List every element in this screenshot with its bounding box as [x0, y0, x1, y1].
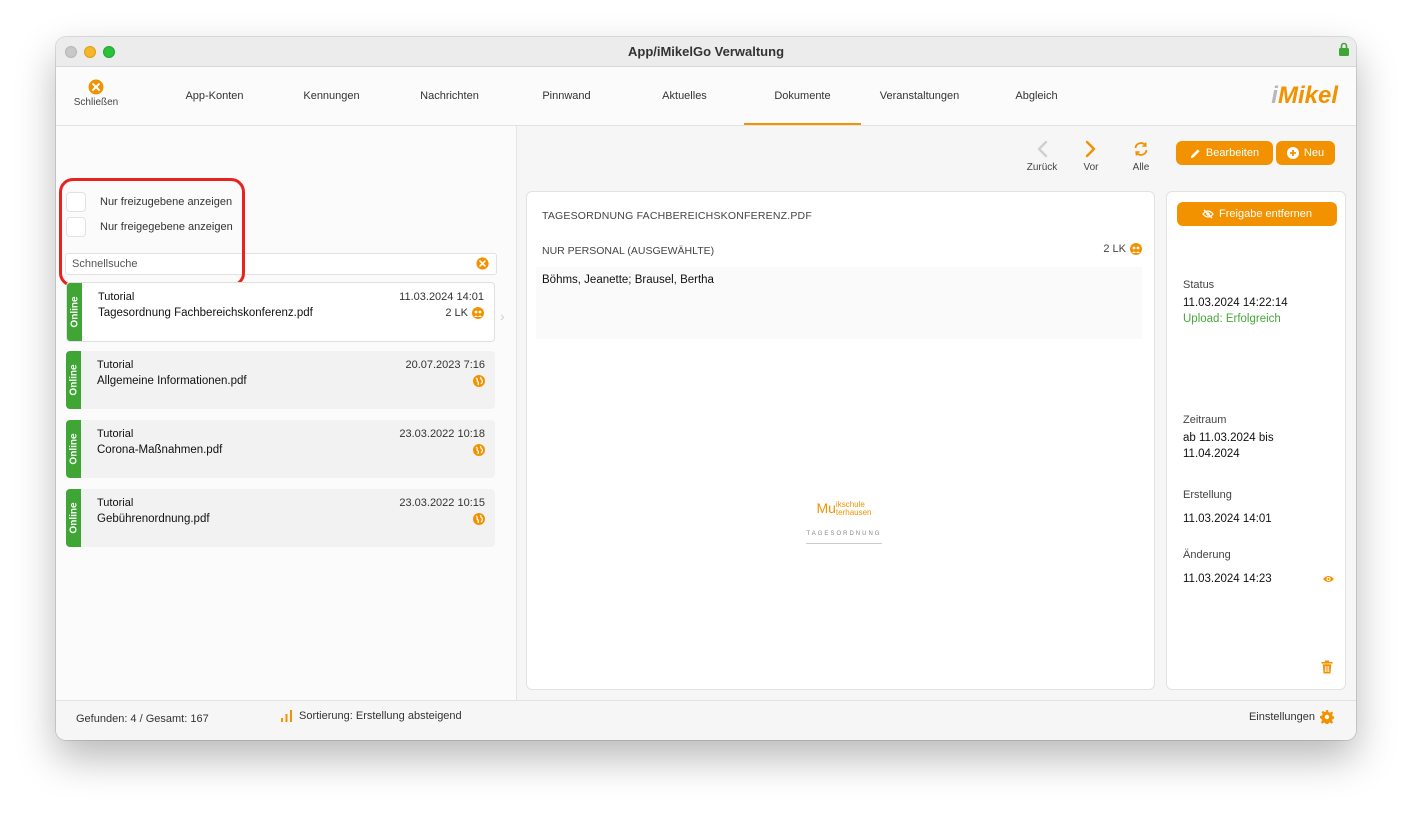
document-preview: TAGESORDNUNG FACHBEREICHSKONFERENZ.PDF N…	[526, 191, 1155, 690]
audience-count: 2 LK	[1103, 243, 1142, 255]
filter-released-label: Nur freigegebene anzeigen	[100, 221, 233, 233]
doc-filename: Tagesordnung Fachbereichskonferenz.pdf	[98, 307, 313, 319]
list-item[interactable]: Online Tutorial Gebührenordnung.pdf 23.0…	[66, 489, 495, 547]
forward-label: Vor	[1083, 162, 1099, 173]
doc-date: 23.03.2022 10:18	[399, 428, 485, 440]
online-badge: Online	[67, 283, 82, 341]
doc-category: Tutorial	[98, 291, 135, 303]
status-time: 11.03.2024 14:22:14	[1183, 297, 1288, 309]
forward-button[interactable]: Vor	[1069, 140, 1113, 173]
clear-search-icon[interactable]	[476, 257, 489, 270]
doc-date: 20.07.2023 7:16	[405, 359, 485, 371]
document-detail-pane: Zurück Vor Alle Bearbeiten Neu TAGESORDN…	[517, 126, 1356, 700]
status-bar: Gefunden: 4 / Gesamt: 167 Sortierung: Er…	[56, 700, 1356, 740]
doc-category: Tutorial	[97, 497, 134, 509]
eye-slash-icon	[1202, 209, 1214, 219]
back-label: Zurück	[1026, 162, 1058, 173]
recipient-list: Böhms, Jeanette; Brausel, Bertha	[536, 267, 1142, 339]
window-title: App/iMikelGo Verwaltung	[627, 44, 785, 59]
list-item[interactable]: Online Tutorial Corona-Maßnahmen.pdf 23.…	[66, 420, 495, 478]
tab-dokumente[interactable]: Dokumente	[744, 67, 861, 125]
close-circle-icon	[88, 79, 104, 95]
main-toolbar: Schließen App-Konten Kennungen Nachricht…	[56, 67, 1356, 126]
doc-category: Tutorial	[97, 359, 134, 371]
thumbnail-heading: TAGESORDNUNG	[806, 531, 882, 538]
globe-icon	[473, 444, 485, 456]
changed-label: Änderung	[1183, 549, 1231, 561]
upload-status: Upload: Erfolgreich	[1183, 313, 1281, 325]
changed-value: 11.03.2024 14:23	[1183, 573, 1272, 585]
doc-category: Tutorial	[97, 428, 134, 440]
doc-date: 23.03.2022 10:15	[399, 497, 485, 509]
tab-kennungen[interactable]: Kennungen	[273, 67, 390, 125]
tab-pinnwand[interactable]: Pinnwand	[508, 67, 625, 125]
title-bar: App/iMikelGo Verwaltung	[56, 37, 1356, 67]
document-list-pane: Nur freizugebene anzeigen Nur freigegebe…	[56, 126, 517, 700]
online-badge: Online	[66, 420, 81, 478]
list-item[interactable]: Online Tutorial Tagesordnung Fachbereich…	[66, 282, 495, 342]
tab-aktuelles[interactable]: Aktuelles	[626, 67, 743, 125]
filter-released-checkbox[interactable]: Nur freigegebene anzeigen	[66, 217, 233, 237]
app-window: App/iMikelGo Verwaltung Schließen App-Ko…	[56, 37, 1356, 740]
details-panel: Freigabe entfernen Status 11.03.2024 14:…	[1166, 191, 1346, 690]
chevron-right-icon	[1085, 140, 1096, 158]
imikel-logo: iMikel	[1271, 82, 1338, 109]
checkbox-box[interactable]	[66, 217, 86, 237]
filter-unreleased-checkbox[interactable]: Nur freizugebene anzeigen	[66, 192, 232, 212]
created-label: Erstellung	[1183, 489, 1232, 501]
online-badge: Online	[66, 489, 81, 547]
edit-button[interactable]: Bearbeiten	[1176, 141, 1273, 165]
period-label: Zeitraum	[1183, 414, 1227, 426]
group-icon	[1130, 243, 1142, 255]
doc-filename: Allgemeine Informationen.pdf	[97, 375, 247, 387]
doc-audience-count: 2 LK	[445, 307, 468, 319]
back-button[interactable]: Zurück	[1020, 140, 1064, 173]
gear-icon	[1320, 710, 1334, 724]
search-input[interactable]: Schnellsuche	[65, 253, 497, 275]
all-button[interactable]: Alle	[1119, 140, 1163, 173]
checkbox-box[interactable]	[66, 192, 86, 212]
document-title: TAGESORDNUNG FACHBEREICHSKONFERENZ.PDF	[542, 210, 812, 222]
doc-filename: Corona-Maßnahmen.pdf	[97, 444, 223, 456]
thumbnail-rule	[806, 543, 882, 545]
new-button[interactable]: Neu	[1276, 141, 1335, 165]
tab-app-konten[interactable]: App-Konten	[156, 67, 273, 125]
globe-icon	[473, 375, 485, 387]
search-placeholder: Schnellsuche	[72, 258, 138, 270]
online-badge: Online	[66, 351, 81, 409]
status-label: Status	[1183, 279, 1215, 291]
settings-button[interactable]: Einstellungen	[1249, 710, 1334, 724]
result-count: Gefunden: 4 / Gesamt: 167	[76, 713, 209, 725]
doc-date: 11.03.2024 14:01	[399, 291, 484, 303]
pencil-icon	[1190, 148, 1200, 158]
unrelease-button[interactable]: Freigabe entfernen	[1177, 202, 1337, 226]
thumbnail-logo: Muikschule terhausen	[816, 500, 872, 518]
pdf-thumbnail[interactable]: Muikschule terhausen TAGESORDNUNG	[799, 500, 889, 570]
chevron-right-icon: ›	[500, 308, 505, 324]
lock-icon	[1339, 42, 1349, 56]
close-button[interactable]: Schließen	[68, 79, 124, 108]
audience-label: NUR PERSONAL (AUSGEWÄHLTE)	[542, 245, 715, 257]
sort-button[interactable]: Sortierung: Erstellung absteigend	[280, 710, 462, 722]
all-label: Alle	[1132, 162, 1150, 173]
period-start: ab 11.03.2024 bis	[1183, 432, 1274, 444]
period-end: 11.04.2024	[1183, 448, 1240, 460]
filter-unreleased-label: Nur freizugebene anzeigen	[100, 196, 233, 208]
globe-icon	[473, 513, 485, 525]
close-label: Schließen	[73, 97, 119, 108]
tab-veranstaltungen[interactable]: Veranstaltungen	[861, 67, 978, 125]
refresh-icon	[1134, 142, 1148, 156]
chevron-left-icon	[1037, 140, 1048, 158]
eye-icon[interactable]	[1322, 574, 1335, 584]
recipients: Böhms, Jeanette; Brausel, Bertha	[542, 274, 714, 286]
trash-icon[interactable]	[1321, 660, 1333, 674]
list-item[interactable]: Online Tutorial Allgemeine Informationen…	[66, 351, 495, 409]
bar-chart-icon	[281, 710, 292, 722]
group-icon	[472, 307, 484, 319]
doc-filename: Gebührenordnung.pdf	[97, 513, 210, 525]
tab-abgleich[interactable]: Abgleich	[978, 67, 1095, 125]
tab-nachrichten[interactable]: Nachrichten	[391, 67, 508, 125]
plus-circle-icon	[1286, 147, 1299, 159]
created-value: 11.03.2024 14:01	[1183, 513, 1272, 525]
